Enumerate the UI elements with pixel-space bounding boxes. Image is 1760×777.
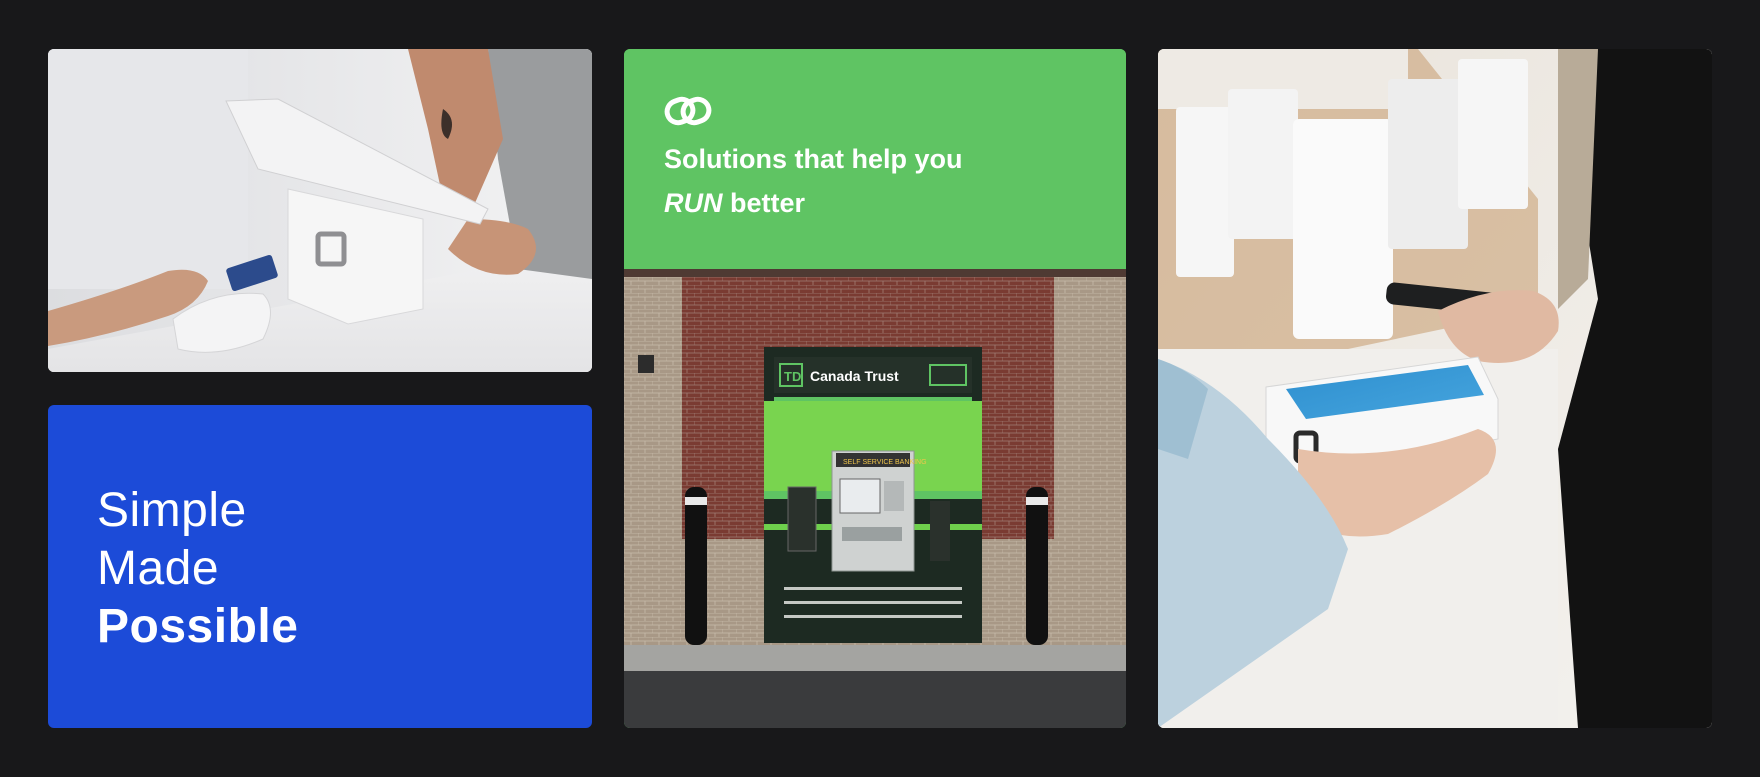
atm-card: Solutions that help you RUN better TD Ca… xyxy=(624,49,1126,728)
atm-heading-line-1: Solutions that help you xyxy=(664,144,963,174)
atm-heading: Solutions that help you RUN better xyxy=(664,137,963,225)
tagline-text: Simple Made Possible xyxy=(97,482,298,656)
atm-card-header: Solutions that help you RUN better xyxy=(624,49,1126,269)
atm-photo: TD Canada Trust SELF SERVICE BANKING xyxy=(624,269,1126,728)
atm-heading-line-2: RUN better xyxy=(664,181,963,225)
atm-sign-badge: TD xyxy=(784,369,801,384)
atm-heading-rest: better xyxy=(722,188,806,218)
atm-sign-text: Canada Trust xyxy=(810,368,899,384)
chain-link-logo-icon xyxy=(664,96,712,126)
pos-checkout-photo xyxy=(48,49,592,372)
atm-heading-emphasis: RUN xyxy=(664,188,723,218)
contactless-payment-photo xyxy=(1158,49,1712,728)
tagline-line-2: Made xyxy=(97,542,220,595)
tagline-line-1: Simple xyxy=(97,484,247,537)
promo-grid: Simple Made Possible Solutions that help… xyxy=(0,0,1760,777)
tagline-line-3: Possible xyxy=(97,600,299,653)
tagline-card: Simple Made Possible xyxy=(48,405,592,728)
atm-machine-label: SELF SERVICE BANKING xyxy=(843,459,927,466)
